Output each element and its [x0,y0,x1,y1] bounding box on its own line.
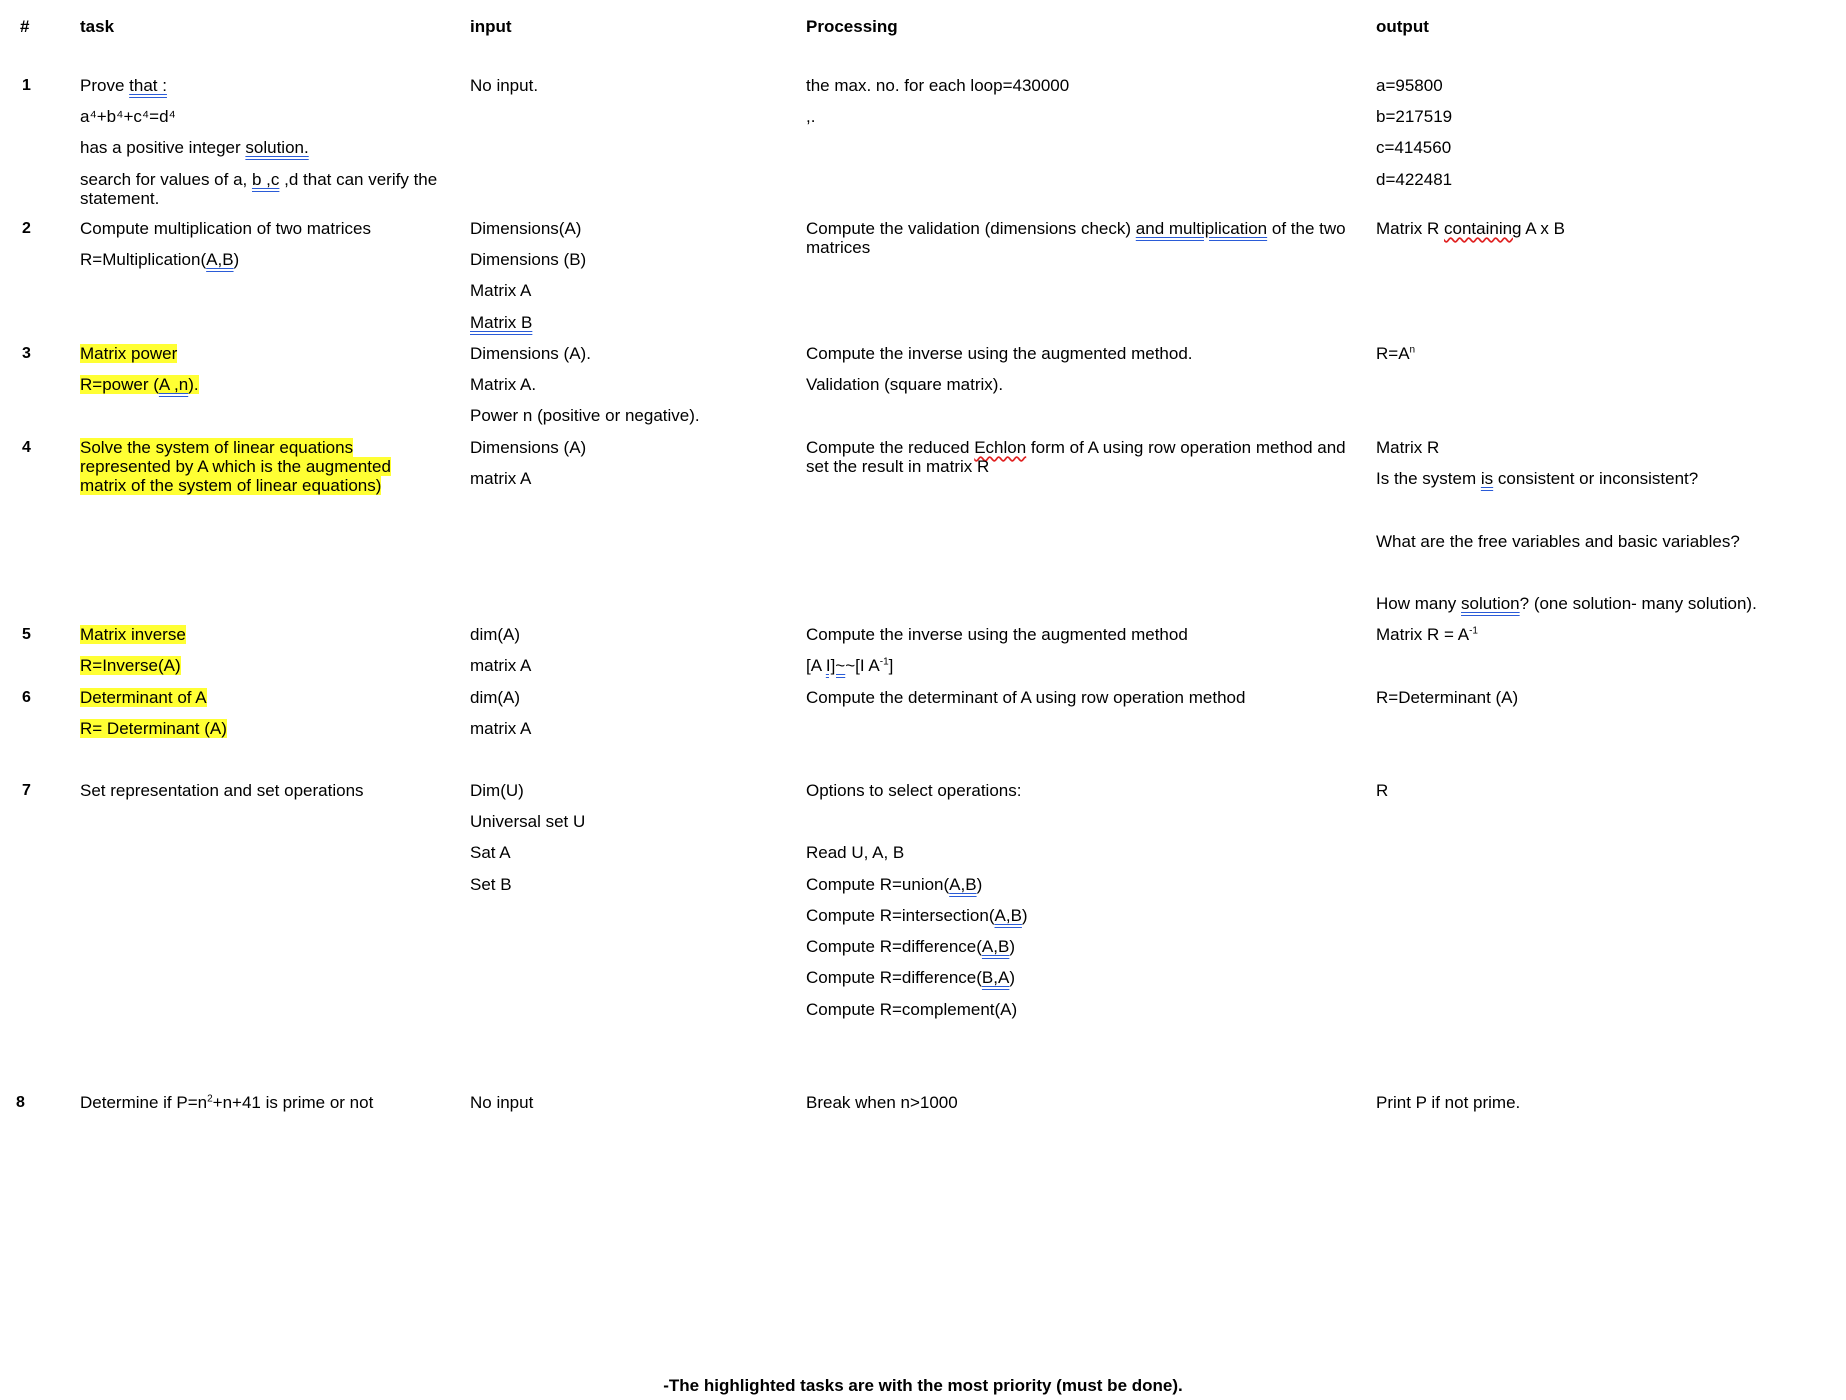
output-text: Matrix R containing A x B [1376,219,1565,238]
task-equation: a⁴+b⁴+c⁴=d⁴ [80,107,176,126]
task-text-highlighted: Solve the system of linear equations rep… [80,438,391,495]
processing-text: Compute the inverse using the augmented … [806,344,1193,363]
input-text: No input. [470,76,539,95]
requirements-document: # task input Processing output 1 Prove t… [0,0,1846,1400]
processing-text: Compute R=difference(A,B) [806,937,1015,956]
output-text: R=Determinant (A) [1376,688,1519,707]
input-text: Matrix A [470,281,532,300]
header-task: task [80,17,115,36]
row-number: 3 [22,345,31,362]
row-number: 6 [22,689,31,706]
processing-text: [A I]~~[I A-1] [806,656,894,675]
processing-text: Compute R=complement(A) [806,1000,1018,1019]
task-text-highlighted: Matrix power [80,344,178,363]
header-num: # [20,17,30,36]
output-text: Matrix R = A-1 [1376,625,1478,644]
task-text-highlighted: Determinant of A [80,688,207,707]
output-text: R [1376,781,1389,800]
row-number: 2 [22,220,31,237]
processing-text: ,. [806,107,816,126]
input-text: matrix A [470,719,532,738]
task-text-highlighted: Matrix inverse [80,625,186,644]
task-text-highlighted: R=Inverse(A) [80,656,181,675]
output-text: Print P if not prime. [1376,1093,1521,1112]
output-text: a=95800 [1376,76,1443,95]
input-text: Set B [470,875,512,894]
task-search: search for values of a, b ,c ,d that can… [80,170,438,208]
row-number: 8 [16,1094,25,1111]
output-text: Matrix R [1376,438,1440,457]
input-text: matrix A [470,656,532,675]
processing-text: the max. no. for each loop=430000 [806,76,1070,95]
processing-text: Compute R=difference(B,A) [806,968,1015,987]
processing-text: Compute R=intersection(A,B) [806,906,1028,925]
row-number: 1 [22,77,31,94]
output-text: What are the free variables and basic va… [1376,532,1740,551]
processing-text: Compute the validation (dimensions check… [806,219,1346,257]
input-text: Matrix A. [470,375,537,394]
input-text: Dimensions (A) [470,438,587,457]
input-text: Matrix B [470,313,533,332]
processing-text: Compute the reduced Echlon form of A usi… [806,438,1346,476]
task-text-highlighted: R= Determinant (A) [80,719,227,738]
task-prove: Prove that : [80,76,167,95]
input-text: Universal set U [470,812,586,831]
output-text: R=An [1376,344,1416,363]
input-text: Dimensions(A) [470,219,582,238]
header-processing: Processing [806,17,898,36]
task-text: Set representation and set operations [80,781,364,800]
task-text: Determine if P=n2+n+41 is prime or not [80,1093,374,1112]
processing-text: Compute the determinant of A using row o… [806,688,1246,707]
task-text: R=Multiplication(A,B) [80,250,240,269]
processing-text: Read U, A, B [806,843,905,862]
input-text: Dimensions (A). [470,344,591,363]
processing-text: Compute the inverse using the augmented … [806,625,1188,644]
input-text: Dimensions (B) [470,250,587,269]
input-text: Dim(U) [470,781,524,800]
processing-text: Break when n>1000 [806,1093,958,1112]
input-text: dim(A) [470,625,521,644]
processing-text: Compute R=union(A,B) [806,875,983,894]
task-text: Compute multiplication of two matrices [80,219,372,238]
priority-note: -The highlighted tasks are with the most… [663,1376,1183,1395]
output-text: How many solution? (one solution- many s… [1376,594,1757,613]
input-text: Sat A [470,843,511,862]
processing-text: Options to select operations: [806,781,1022,800]
task-has-solution: has a positive integer solution. [80,138,309,157]
output-text: c=414560 [1376,138,1452,157]
input-text: Power n (positive or negative). [470,406,700,425]
input-text: dim(A) [470,688,521,707]
task-text-highlighted: R=power (A ,n). [80,375,199,394]
output-text: d=422481 [1376,170,1453,189]
input-text: No input [470,1093,534,1112]
row-number: 4 [22,439,31,456]
row-number: 5 [22,626,31,643]
header-output: output [1376,17,1429,36]
header-input: input [470,17,512,36]
input-text: matrix A [470,469,532,488]
output-text: b=217519 [1376,107,1453,126]
row-number: 7 [22,782,31,799]
output-text: Is the system is consistent or inconsist… [1376,469,1699,488]
processing-text: Validation (square matrix). [806,375,1004,394]
